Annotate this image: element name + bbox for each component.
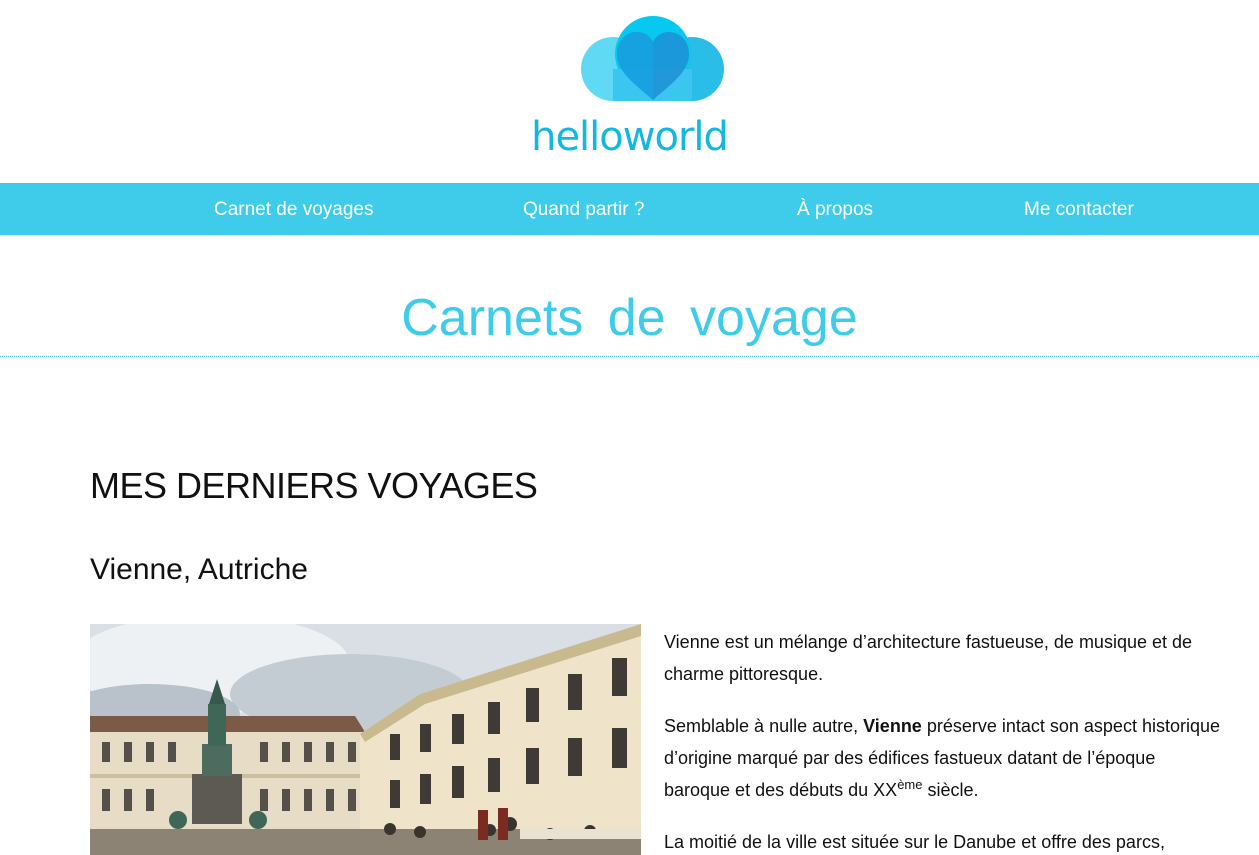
page-title: Carnets de voyage — [401, 289, 858, 347]
paragraph-text: siècle. — [922, 780, 979, 800]
nav-item-carnet-de-voyages[interactable]: Carnet de voyages — [214, 183, 374, 235]
paragraph-text: Semblable à nulle autre, — [664, 716, 864, 736]
paragraph-superscript: ème — [897, 777, 923, 792]
paragraph-text: Vienne est un mélange d’architecture fas… — [664, 632, 1193, 684]
site-header: helloworld — [0, 0, 1259, 183]
section-heading: MES DERNIERS VOYAGES — [90, 465, 538, 506]
paragraph-text: La moitié de la ville est située sur le … — [664, 832, 1165, 852]
nav-item-quand-partir[interactable]: Quand partir ? — [523, 183, 644, 235]
title-divider — [0, 356, 1259, 357]
paragraph-bold-city: Vienne — [863, 716, 922, 736]
page: helloworld Carnet de voyages Quand parti… — [0, 0, 1259, 855]
article-paragraph: Semblable à nulle autre, Vienne préserve… — [664, 710, 1224, 806]
article-paragraph: La moitié de la ville est située sur le … — [664, 826, 1224, 855]
cloud-heart-logo-icon[interactable] — [575, 14, 730, 109]
trip-title: Vienne, Autriche — [90, 553, 308, 586]
article-paragraph: Vienne est un mélange d’architecture fas… — [664, 626, 1224, 690]
trip-article: Vienne est un mélange d’architecture fas… — [664, 626, 1224, 855]
nav-item-a-propos[interactable]: À propos — [797, 183, 873, 235]
logo-wordmark[interactable]: helloworld — [0, 112, 1259, 162]
vienna-photo — [90, 624, 641, 855]
vienna-photo-image — [90, 624, 641, 855]
main-navigation: Carnet de voyages Quand partir ? À propo… — [0, 183, 1259, 235]
nav-item-me-contacter[interactable]: Me contacter — [1024, 183, 1134, 235]
